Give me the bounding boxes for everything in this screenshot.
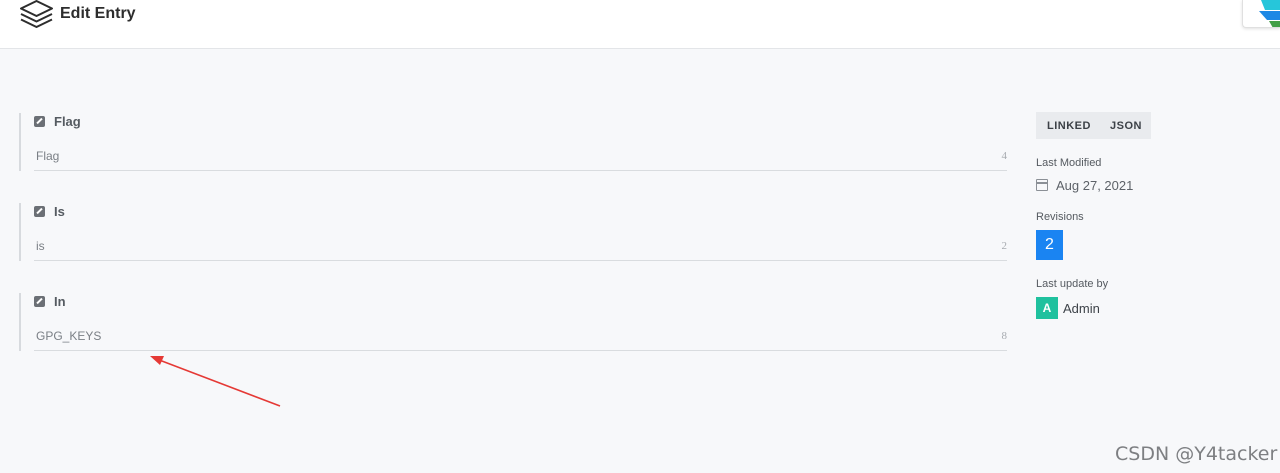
- view-tabs: LINKED JSON: [1036, 112, 1151, 139]
- tab-linked[interactable]: LINKED: [1047, 120, 1091, 132]
- edit-icon: [34, 205, 45, 217]
- avatar: A: [1036, 297, 1058, 319]
- user-name: Admin: [1063, 300, 1100, 316]
- calendar-icon: [1036, 179, 1048, 191]
- last-update-label: Last update by: [1036, 278, 1109, 290]
- character-count: 4: [1001, 150, 1008, 162]
- edit-icon: [34, 295, 45, 307]
- page-title: Edit Entry: [60, 5, 136, 22]
- top-header: Edit Entry: [0, 0, 1280, 49]
- character-count: 2: [1001, 240, 1008, 252]
- field-value[interactable]: GPG_KEYS: [36, 329, 101, 343]
- field-flag: Flag Flag 4: [19, 113, 1007, 171]
- annotation-arrow-icon: [150, 356, 281, 407]
- app-icon[interactable]: [1242, 0, 1280, 28]
- revisions-count-button[interactable]: 2: [1036, 230, 1063, 260]
- field-value[interactable]: Flag: [36, 149, 59, 163]
- field-value[interactable]: is: [36, 239, 45, 253]
- last-update-user: A Admin: [1036, 297, 1100, 319]
- last-modified-label: Last Modified: [1036, 157, 1102, 169]
- field-label-row: Is: [34, 203, 65, 219]
- field-label-row: In: [34, 293, 66, 309]
- is-input[interactable]: is 2: [34, 233, 1007, 261]
- last-modified-date: Aug 27, 2021: [1056, 177, 1134, 193]
- edit-icon: [34, 115, 45, 127]
- field-label: In: [54, 293, 66, 309]
- app-logo-shape: [1259, 0, 1280, 27]
- flag-input[interactable]: Flag 4: [34, 143, 1007, 171]
- field-in: In GPG_KEYS 8: [19, 293, 1008, 351]
- revisions-label: Revisions: [1036, 211, 1084, 223]
- tab-json[interactable]: JSON: [1110, 120, 1142, 132]
- field-label: Flag: [54, 113, 81, 129]
- field-label-row: Flag: [34, 113, 81, 129]
- field-is: Is is 2: [19, 203, 1007, 261]
- field-label: Is: [54, 203, 65, 219]
- last-modified-row: Aug 27, 2021: [1036, 177, 1133, 193]
- character-count: 8: [1001, 330, 1008, 342]
- watermark: CSDN @Y4tacker: [1115, 443, 1278, 465]
- layers-icon[interactable]: [19, 0, 54, 30]
